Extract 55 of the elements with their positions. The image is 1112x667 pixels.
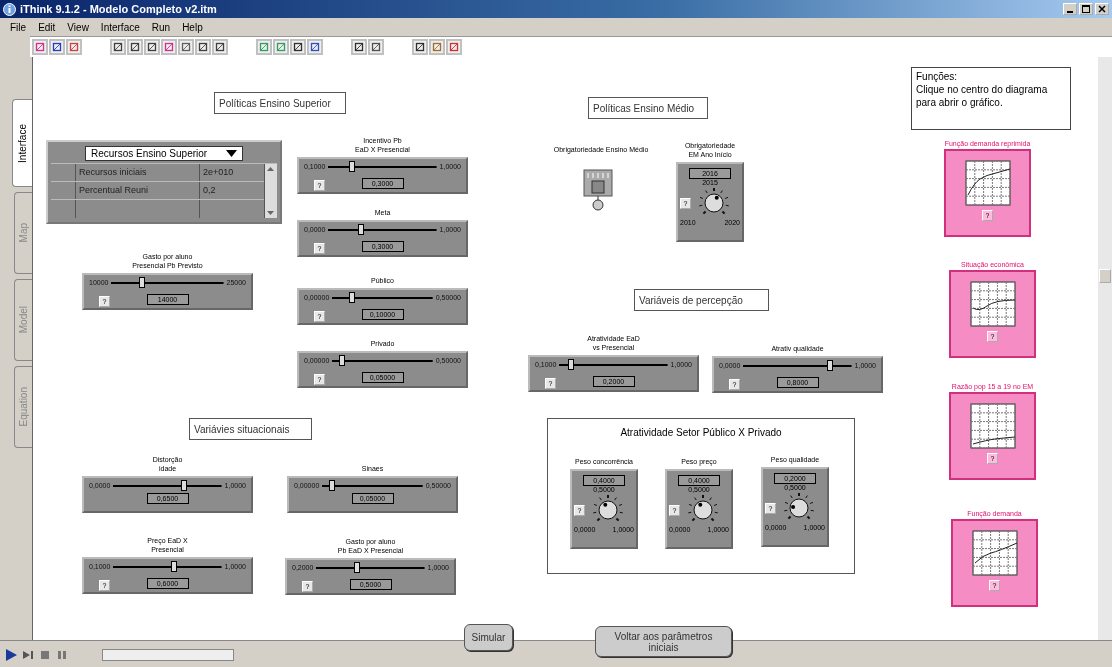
menu-item[interactable]: File — [4, 21, 33, 33]
table-scrollbar[interactable] — [264, 164, 277, 218]
dropdown-label: Recursos Ensino Superior — [91, 148, 208, 159]
slider-thumb[interactable] — [339, 355, 346, 366]
window-title: iThink 9.1.2 - Modelo Completo v2.itm — [20, 3, 218, 15]
slider-thumb[interactable] — [357, 224, 364, 235]
app-icon — [3, 2, 16, 16]
table-cell-text: Percentual Reuni — [78, 184, 150, 197]
menu-item[interactable]: Help — [176, 21, 209, 33]
graph-thumbnail — [971, 530, 1018, 576]
slider-thumb[interactable] — [349, 161, 356, 172]
dial-pointer[interactable] — [791, 505, 796, 510]
scroll-up-icon[interactable] — [265, 164, 276, 173]
close-icon — [1098, 5, 1106, 13]
play-icon[interactable] — [4, 647, 18, 662]
menu-item[interactable]: View — [61, 21, 95, 33]
horizontal-scrollbar[interactable] — [102, 648, 234, 661]
dial-pointer[interactable] — [603, 502, 608, 507]
slider-thumb[interactable] — [826, 360, 833, 371]
maximize-icon — [1082, 5, 1090, 13]
simulate-button[interactable]: Simular — [464, 624, 513, 651]
side-tab[interactable]: Interface — [12, 99, 32, 187]
graph-thumbnail — [969, 403, 1016, 449]
slider-thumb[interactable] — [171, 561, 177, 572]
scroll-down-icon[interactable] — [265, 209, 276, 218]
menu-item[interactable]: Run — [145, 21, 177, 33]
toggle-switch[interactable] — [583, 169, 613, 211]
section-title: Variáveis de percepção — [634, 289, 769, 311]
graph-thumbnail — [964, 160, 1011, 206]
slider-thumb[interactable] — [138, 277, 145, 288]
close-button[interactable] — [1095, 3, 1109, 15]
section-title: Políticas Ensino Médio — [588, 97, 708, 119]
section-title: Variávies situacionais — [189, 418, 312, 440]
group-title: Atratividade Setor Público X Privado — [620, 427, 782, 440]
maximize-button[interactable] — [1079, 3, 1093, 15]
slider-thumb[interactable] — [353, 562, 360, 573]
slider-thumb[interactable] — [180, 480, 187, 491]
table-cell-text: 0,2 — [202, 184, 217, 197]
dial-pointer[interactable] — [714, 195, 719, 200]
section-title: Políticas Ensino Superior — [214, 92, 346, 114]
table-cell-text: Recursos iniciais — [78, 166, 148, 179]
graph-thumbnail — [969, 281, 1016, 327]
table-dropdown[interactable]: Recursos Ensino Superior — [85, 146, 243, 161]
vertical-scrollbar[interactable] — [1098, 57, 1112, 640]
slider-thumb[interactable] — [329, 480, 336, 491]
slider-thumb[interactable] — [568, 359, 575, 370]
minimize-button[interactable] — [1063, 3, 1077, 15]
dial-pointer[interactable] — [698, 502, 703, 507]
caret-icon — [226, 150, 237, 157]
menu-item[interactable]: Interface — [94, 21, 146, 33]
menu-item[interactable]: Edit — [32, 21, 62, 33]
reset-button[interactable]: Voltar aos parâmetros iniciais — [595, 626, 732, 657]
instruction-note: Funções: Clique no centro do diagrama para abrir o gráfico. — [911, 67, 1071, 130]
slider-thumb[interactable] — [349, 292, 356, 303]
table-cell-text: 2e+010 — [202, 166, 235, 179]
